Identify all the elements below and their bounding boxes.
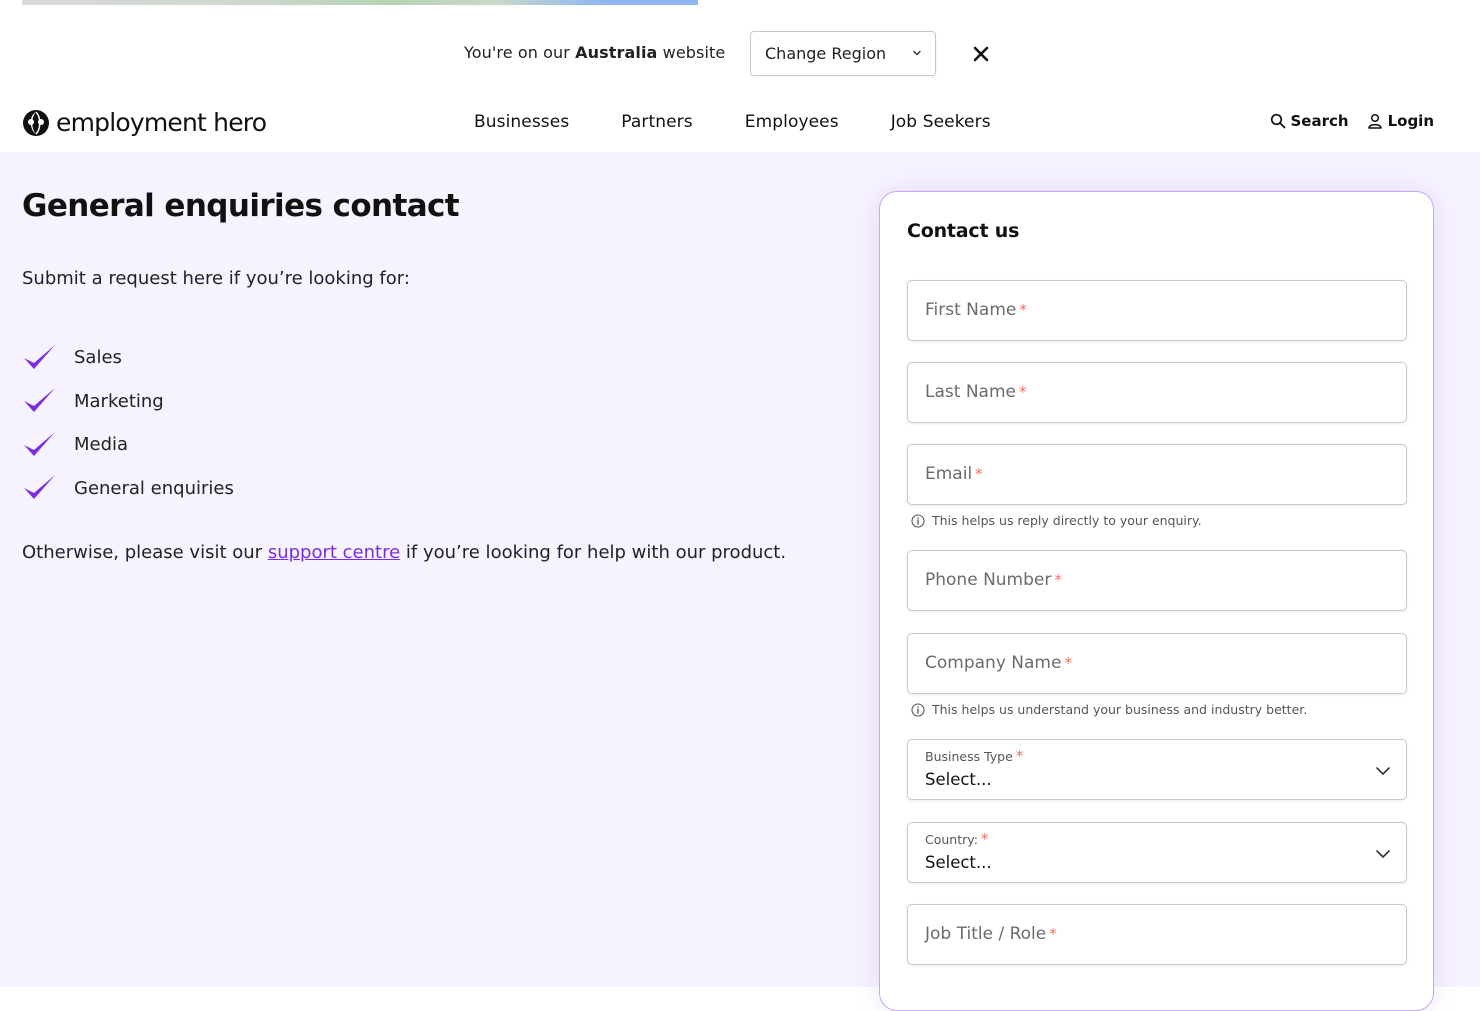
country-label: Country: — [925, 832, 978, 847]
info-icon — [911, 702, 925, 717]
chevron-down-icon — [1376, 767, 1390, 775]
enquiry-checklist: Sales Marketing Media General enquiries — [22, 336, 234, 510]
first-name-label: First Name — [925, 300, 1017, 320]
phone-number-field[interactable]: Phone Number * — [907, 550, 1407, 611]
job-title-field[interactable]: Job Title / Role * — [907, 904, 1407, 965]
phone-label: Phone Number — [925, 570, 1052, 590]
search-button[interactable]: Search — [1270, 112, 1349, 130]
company-hint: This helps us understand your business a… — [911, 702, 1307, 717]
required-mark: * — [1054, 571, 1062, 589]
country-select[interactable]: Country: * Select... — [907, 822, 1407, 883]
region-banner: You're on our Australia website Change R… — [0, 5, 1480, 90]
nav-employees[interactable]: Employees — [745, 112, 839, 132]
required-mark: * — [975, 465, 983, 483]
list-item-label: Marketing — [74, 390, 164, 412]
support-centre-link[interactable]: support centre — [268, 542, 400, 563]
country-label-wrap: Country: * — [925, 830, 988, 848]
company-label: Company Name — [925, 653, 1062, 673]
required-mark: * — [1064, 654, 1072, 672]
required-mark: * — [1018, 383, 1027, 401]
info-icon — [911, 513, 925, 528]
checkmark-icon — [24, 388, 55, 413]
chevron-down-icon — [913, 50, 921, 56]
region-message: You're on our Australia website — [464, 43, 725, 62]
nav-job-seekers[interactable]: Job Seekers — [891, 112, 991, 132]
company-hint-text: This helps us understand your business a… — [932, 702, 1308, 717]
business-type-select[interactable]: Business Type * Select... — [907, 739, 1407, 800]
list-item-label: Sales — [74, 347, 122, 369]
contact-form-card: Contact us First Name * Last Name * Email *… — [879, 191, 1434, 1011]
nav-actions: Search Login — [1270, 112, 1434, 130]
business-type-label-wrap: Business Type * — [925, 747, 1023, 765]
list-item: Media — [22, 423, 234, 467]
list-item-label: General enquiries — [74, 477, 234, 499]
business-type-value: Select... — [925, 770, 992, 789]
intro-text: Submit a request here if you’re looking … — [22, 268, 410, 289]
country-value: Select... — [925, 853, 992, 872]
change-region-select[interactable]: Change Region — [750, 31, 936, 76]
company-name-field[interactable]: Company Name * — [907, 633, 1407, 694]
close-icon[interactable] — [970, 43, 992, 65]
checkmark-icon — [24, 475, 55, 500]
checkmark-icon — [24, 431, 55, 456]
main-nav: employment hero Businesses Partners Empl… — [0, 90, 1480, 152]
company-placeholder: Company Name * — [925, 653, 1072, 673]
required-mark: * — [1049, 925, 1057, 943]
first-name-field[interactable]: First Name * — [907, 280, 1407, 341]
nav-businesses[interactable]: Businesses — [474, 112, 569, 132]
list-item: General enquiries — [22, 467, 234, 511]
email-placeholder: Email * — [925, 464, 983, 484]
checkmark-icon — [24, 344, 55, 369]
phone-placeholder: Phone Number * — [925, 570, 1062, 590]
login-button[interactable]: Login — [1367, 112, 1434, 130]
brand-name: employment hero — [56, 108, 267, 137]
search-label: Search — [1290, 112, 1349, 130]
login-label: Login — [1387, 112, 1434, 130]
list-item: Marketing — [22, 380, 234, 424]
brand-logo[interactable]: employment hero — [22, 108, 267, 137]
list-item: Sales — [22, 336, 234, 380]
last-name-label: Last Name — [925, 382, 1016, 402]
content-area: General enquiries contact Submit a reque… — [0, 152, 1480, 1011]
first-name-placeholder: First Name * — [925, 300, 1027, 320]
business-type-label: Business Type — [925, 749, 1013, 764]
job-title-label: Job Title / Role — [925, 924, 1047, 944]
email-hint: This helps us reply directly to your enq… — [911, 513, 1202, 528]
support-text-after: if you’re looking for help with our prod… — [405, 542, 787, 563]
search-icon — [1270, 113, 1285, 129]
form-title: Contact us — [907, 220, 1020, 242]
logo-icon — [23, 109, 49, 136]
support-text-before: Otherwise, please visit our — [22, 542, 263, 563]
support-text: Otherwise, please visit our support cent… — [22, 542, 786, 563]
last-name-field[interactable]: Last Name * — [907, 362, 1407, 423]
email-field[interactable]: Email * — [907, 444, 1407, 505]
nav-partners[interactable]: Partners — [621, 112, 692, 132]
region-suffix: website — [662, 43, 726, 62]
page-title: General enquiries contact — [22, 188, 460, 224]
change-region-label: Change Region — [765, 44, 887, 63]
list-item-label: Media — [74, 434, 129, 456]
email-label: Email — [925, 464, 973, 484]
chevron-down-icon — [1376, 850, 1390, 858]
user-icon — [1367, 113, 1382, 129]
required-mark: * — [1019, 301, 1027, 319]
email-hint-text: This helps us reply directly to your enq… — [932, 513, 1202, 528]
required-mark: * — [980, 830, 989, 848]
last-name-placeholder: Last Name * — [925, 382, 1026, 402]
region-country: Australia — [575, 43, 658, 62]
nav-links: Businesses Partners Employees Job Seeker… — [474, 112, 1043, 132]
required-mark: * — [1015, 747, 1024, 765]
region-prefix: You're on our — [464, 43, 570, 62]
job-title-placeholder: Job Title / Role * — [925, 924, 1057, 944]
